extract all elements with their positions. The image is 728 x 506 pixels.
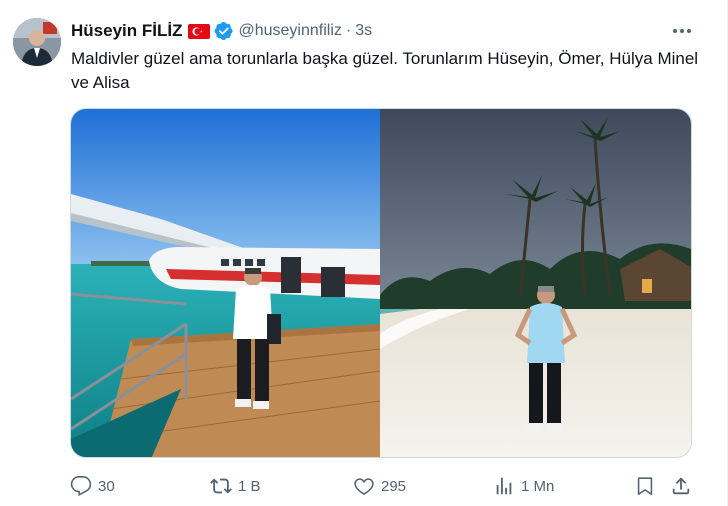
avatar[interactable] <box>13 18 61 66</box>
beach-palm-photo[interactable] <box>380 109 691 457</box>
tweet[interactable]: Hüseyin FİLİZ @huseyinnfiliz · 3s Maldiv… <box>0 0 728 506</box>
bookmark-button[interactable] <box>634 472 656 500</box>
share-button[interactable] <box>670 472 692 500</box>
tweet-timestamp[interactable]: 3s <box>355 22 372 40</box>
retweet-icon <box>210 478 232 494</box>
views-count: 1 Mn <box>521 477 555 495</box>
author-name[interactable]: Hüseyin FİLİZ <box>71 21 182 41</box>
author-handle[interactable]: @huseyinnfiliz <box>238 22 341 40</box>
turkey-flag-icon <box>188 23 211 39</box>
reply-count: 30 <box>98 477 115 495</box>
tweet-text: Maldivler güzel ama torunlarla başka güz… <box>71 49 699 92</box>
seaplane-dock-photo[interactable] <box>71 109 380 457</box>
like-icon <box>354 478 374 495</box>
reply-icon <box>70 476 92 497</box>
reply-button[interactable]: 30 <box>70 472 115 500</box>
bookmark-icon <box>637 477 653 496</box>
more-icon <box>673 29 691 33</box>
views-button[interactable]: 1 Mn <box>493 472 554 500</box>
retweet-button[interactable]: 1 B <box>210 472 261 500</box>
tweet-actions: 30 1 B 295 1 Mn <box>70 472 696 500</box>
like-count: 295 <box>381 477 407 495</box>
tweet-header: Hüseyin FİLİZ @huseyinnfiliz · 3s <box>71 20 372 42</box>
more-options-button[interactable] <box>668 20 696 42</box>
verified-badge-icon <box>215 22 234 40</box>
retweet-count: 1 B <box>238 477 261 495</box>
media-grid <box>70 108 692 458</box>
like-button[interactable]: 295 <box>353 472 406 500</box>
views-icon <box>496 477 512 495</box>
separator-dot: · <box>345 22 352 39</box>
share-icon <box>672 477 690 495</box>
